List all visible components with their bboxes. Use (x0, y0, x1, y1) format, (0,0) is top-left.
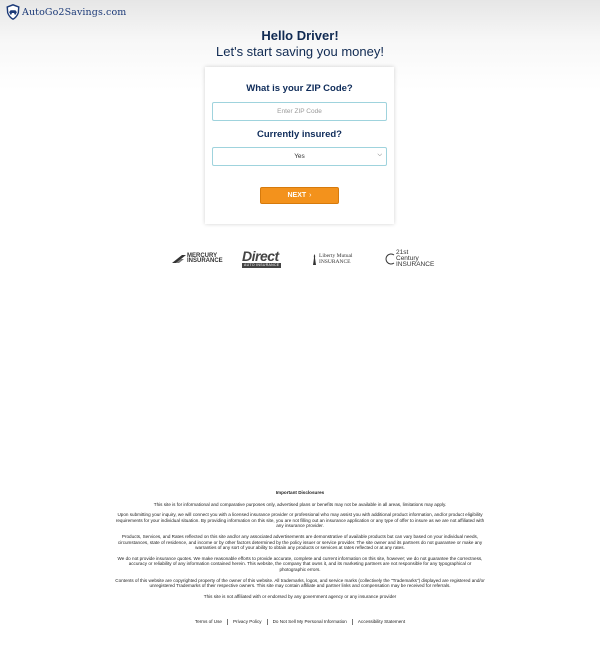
insured-question: Currently insured? (257, 129, 342, 140)
hero-subtitle: Let's start saving you money! (216, 44, 384, 59)
next-label: NEXT (287, 192, 307, 199)
do-not-sell-link[interactable]: Do Not Sell My Personal Information (268, 619, 353, 625)
disclosure-paragraph: Upon submitting your inquiry, we will co… (115, 512, 485, 529)
site-logo[interactable]: AutoGo2Savings.com (5, 3, 126, 21)
privacy-policy-link[interactable]: Privacy Policy (228, 619, 268, 625)
mercury-text: MERCURY INSURANCE (187, 252, 223, 265)
disclosure-paragraph: This site is for informational and compa… (153, 501, 447, 507)
next-button[interactable]: NEXT › (260, 187, 339, 204)
important-disclosures: Important Disclosures This site is for i… (115, 490, 485, 604)
hero-title: Hello Driver! (261, 28, 339, 43)
zip-input[interactable] (212, 102, 387, 121)
disclosure-paragraph: Contents of this website are copyrighted… (115, 577, 485, 589)
liberty-mutual-logo: Liberty Mutual INSURANCE (312, 248, 363, 270)
chevron-down-icon: ⌵ (377, 152, 382, 158)
footer-links: Terms of Use Privacy Policy Do Not Sell … (0, 619, 600, 625)
hero: Hello Driver! Let's start saving you mon… (0, 28, 600, 59)
century-swoosh-icon (385, 253, 395, 265)
mercury-logo: MERCURY INSURANCE (172, 248, 223, 270)
statue-icon (313, 253, 316, 265)
direct-main-text: Direct (242, 248, 279, 264)
shield-car-icon (6, 4, 20, 20)
21st-century-text: 21st Century INSURANCE (396, 249, 435, 268)
accessibility-statement-link[interactable]: Accessibility Statement (353, 619, 410, 625)
quote-form-card: What is your ZIP Code? Currently insured… (205, 67, 394, 224)
mercury-wing-icon (172, 255, 186, 263)
disclosure-paragraph: We do not provide insurance quotes. We m… (117, 555, 483, 572)
disclosure-paragraph: This site is not affiliated with or endo… (203, 593, 397, 599)
terms-of-use-link[interactable]: Terms of Use (190, 619, 228, 625)
zip-question: What is your ZIP Code? (246, 83, 353, 94)
disclosures-title: Important Disclosures (275, 490, 325, 495)
21st-century-logo: 21st Century INSURANCE (383, 248, 435, 270)
direct-sub-text: AUTO INSURANCE (242, 263, 282, 268)
liberty-mutual-text: Liberty Mutual INSURANCE (319, 253, 353, 265)
chevron-right-icon: › (309, 192, 312, 199)
insured-selected-value: Yes (294, 153, 305, 160)
partner-logos: MERCURY INSURANCE Direct AUTO INSURANCE … (0, 248, 600, 270)
brand-name: AutoGo2Savings.com (22, 6, 127, 18)
disclosure-paragraph: Products, Services, and Rates reflected … (117, 533, 483, 551)
insured-select[interactable]: Yes ⌵ (212, 147, 387, 166)
direct-logo: Direct AUTO INSURANCE (242, 248, 282, 270)
